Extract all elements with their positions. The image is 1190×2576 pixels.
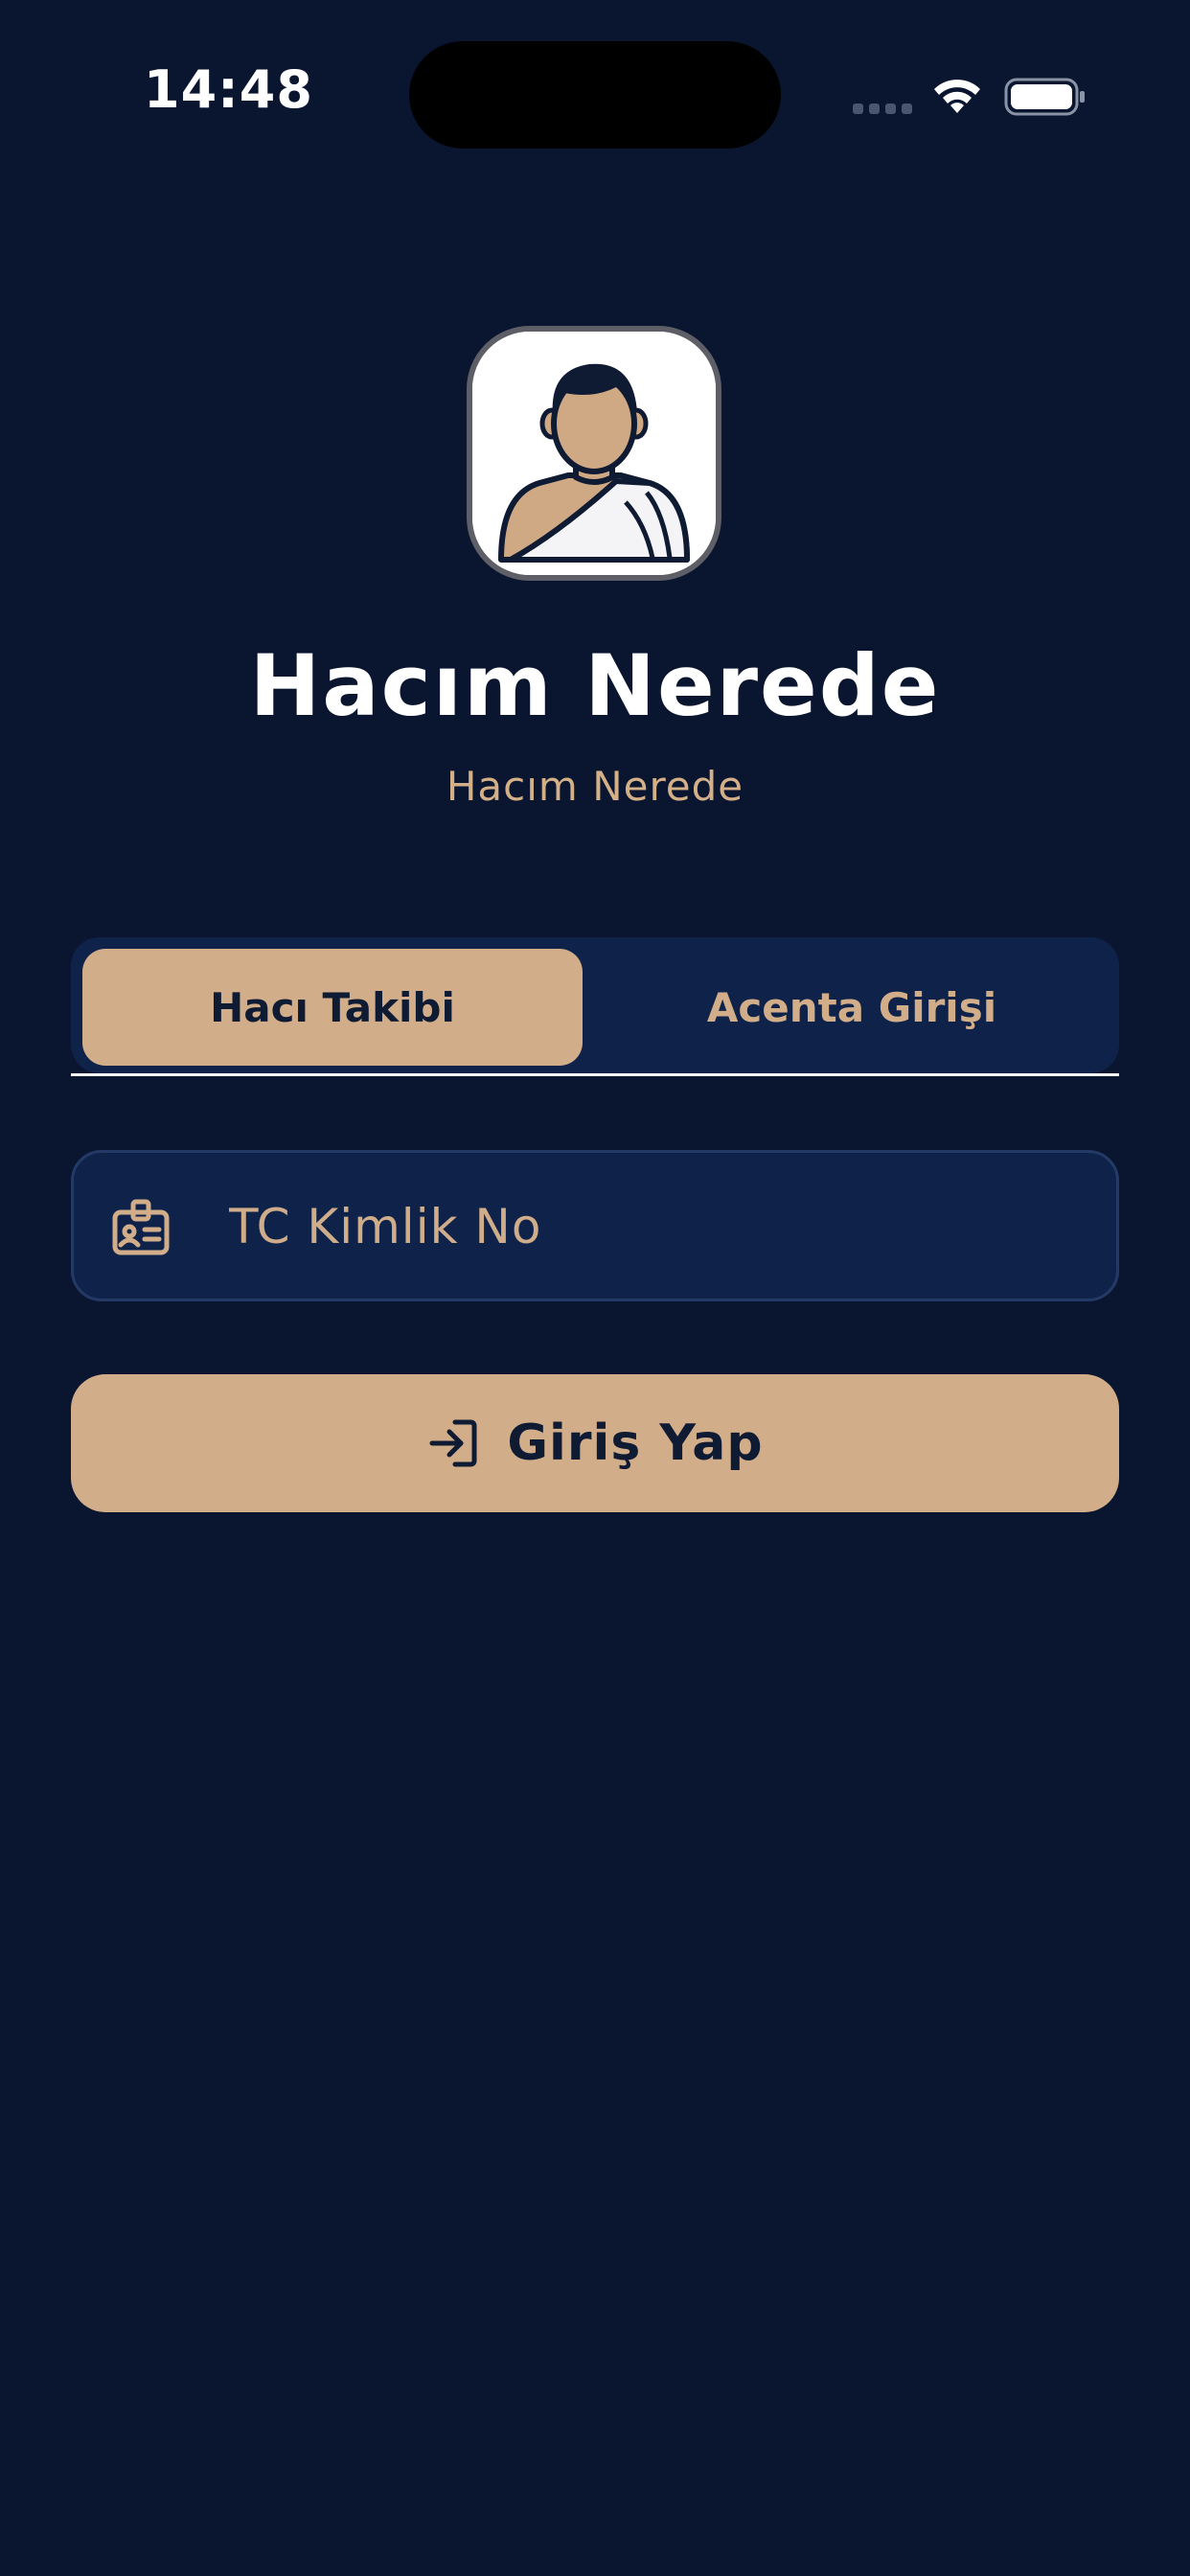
login-screen: 14:48 Hacım Nerede Hacım Nerede Hacı Tak… — [0, 0, 1190, 2576]
login-button-label: Giriş Yap — [507, 1414, 764, 1472]
app-subtitle: Hacım Nerede — [446, 763, 744, 810]
tab-acenta-girisi[interactable]: Acenta Girişi — [596, 949, 1108, 1066]
pilgrim-avatar-icon — [472, 332, 716, 575]
tab-haci-takibi[interactable]: Hacı Takibi — [82, 949, 583, 1066]
battery-icon — [1004, 78, 1085, 116]
login-arrow-icon — [429, 1419, 477, 1467]
login-button[interactable]: Giriş Yap — [71, 1374, 1119, 1512]
tab-indicator-line — [71, 1073, 1119, 1076]
id-badge-icon — [112, 1199, 170, 1255]
status-bar: 14:48 — [0, 0, 1190, 192]
app-logo — [467, 326, 721, 581]
tc-kimlik-field[interactable] — [71, 1150, 1119, 1301]
wifi-icon — [934, 80, 980, 113]
app-title: Hacım Nerede — [249, 636, 941, 735]
tc-kimlik-input[interactable] — [227, 1153, 1093, 1300]
login-mode-tabs: Hacı Takibi Acenta Girişi — [71, 937, 1119, 1073]
cellular-signal-icon — [853, 104, 912, 114]
status-time: 14:48 — [144, 59, 313, 120]
dynamic-island — [409, 41, 781, 149]
